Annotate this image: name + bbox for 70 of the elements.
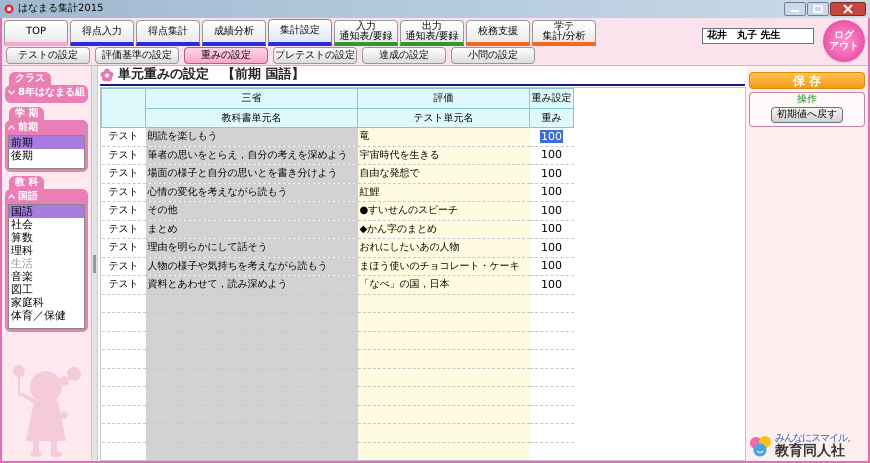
table-cell: 理由を明らかにして話そう bbox=[146, 238, 358, 257]
collapse-chevron-icon bbox=[8, 194, 15, 199]
user-name-field: 花井 丸子 先生 bbox=[702, 28, 814, 44]
weight-field[interactable]: 100 bbox=[541, 148, 562, 161]
sub-tab[interactable]: 重みの設定 bbox=[184, 47, 268, 64]
sub-tab[interactable]: プレテストの設定 bbox=[273, 47, 357, 64]
table-cell: おれにしたいあの人物 bbox=[358, 238, 530, 257]
app-icon bbox=[4, 4, 14, 14]
table-cell: その他 bbox=[146, 202, 358, 220]
dropdown-label: 前期 bbox=[18, 120, 38, 135]
table-cell: まほう使いのチョコレート・ケーキ bbox=[358, 257, 530, 276]
dropdown-label: 8年はなまる組 bbox=[18, 86, 85, 100]
collapse-chevron-icon bbox=[8, 125, 15, 130]
sub-tab[interactable]: 評価基準の設定 bbox=[95, 47, 179, 64]
table-cell: 人物の様子や気持ちを考えながら読もう bbox=[146, 257, 358, 276]
table-cell: 竜 bbox=[358, 128, 530, 146]
sub-tab[interactable]: テストの設定 bbox=[6, 47, 90, 64]
list-item[interactable]: 国語 bbox=[9, 205, 84, 218]
sub-tab[interactable]: 達成の設定 bbox=[362, 47, 446, 64]
column-header: 重み bbox=[530, 108, 574, 128]
restore-icon[interactable] bbox=[807, 2, 829, 16]
nav-tab[interactable]: 出力 通知表/要録 bbox=[400, 20, 464, 46]
table-cell: ●すいせんのスピーチ bbox=[358, 202, 530, 220]
column-header: 教科書単元名 bbox=[146, 108, 358, 128]
table-cell: 筆者の思いをとらえ，自分の考えを深めよう bbox=[146, 146, 358, 164]
logo-tagline: みんなにスマイル。 bbox=[775, 434, 856, 444]
nav-tab[interactable]: 得点集計 bbox=[136, 20, 200, 46]
table-cell: 宇宙時代を生きる bbox=[358, 146, 530, 164]
reset-button[interactable]: 初期値へ戻す bbox=[771, 107, 843, 123]
nav-tab[interactable]: 学テ 集計/分析 bbox=[532, 20, 596, 46]
nav-tab[interactable]: 得点入力 bbox=[70, 20, 134, 46]
weight-field[interactable]: 100 bbox=[541, 166, 562, 180]
header-cell bbox=[102, 88, 146, 128]
expand-chevron-icon bbox=[8, 90, 15, 95]
table-cell: ◆かん字のまとめ bbox=[358, 220, 530, 238]
nav-tab[interactable]: 入力 通知表/要録 bbox=[334, 20, 398, 46]
dropdown-label: 国語 bbox=[18, 190, 38, 204]
table-cell: 紅鯉 bbox=[358, 183, 530, 202]
page-title: 単元重みの設定 【前期 国語】 bbox=[118, 66, 305, 84]
column-header: 重み設定 bbox=[530, 88, 574, 108]
table-cell: 朗読を楽しもう bbox=[146, 128, 358, 146]
splitter-handle[interactable] bbox=[91, 66, 98, 461]
list-item[interactable]: 前期 bbox=[9, 136, 84, 149]
close-icon[interactable] bbox=[830, 2, 866, 16]
table-cell: 資料とあわせて，読み深めよう bbox=[146, 276, 358, 294]
table-cell: 「なべ」の国，日本 bbox=[358, 276, 530, 294]
window-title: はなまる集計2015 bbox=[18, 4, 104, 14]
table-cell: まとめ bbox=[146, 220, 358, 238]
table-cell: 心情の変化を考えながら読もう bbox=[146, 183, 358, 202]
weight-field[interactable]: 100 bbox=[541, 240, 562, 254]
nav-tab[interactable]: 校務支援 bbox=[466, 20, 530, 46]
nav-tab[interactable]: 成績分析 bbox=[202, 20, 266, 46]
smiley-logo-icon bbox=[749, 435, 773, 457]
operations-label: 操作 bbox=[797, 93, 817, 107]
table-cell: 自由な発想で bbox=[358, 164, 530, 183]
column-header: 評価 bbox=[358, 88, 530, 108]
weight-field[interactable]: 100 bbox=[541, 259, 562, 272]
column-header: 三省 bbox=[146, 88, 358, 108]
weight-field[interactable]: 100 bbox=[541, 204, 562, 216]
weight-field[interactable]: 100 bbox=[541, 185, 562, 198]
logo-name: 教育同人社 bbox=[775, 444, 846, 458]
minimize-icon[interactable] bbox=[784, 2, 806, 16]
weight-field[interactable]: 100 bbox=[541, 278, 562, 290]
table-cell: 場面の様子と自分の思いとを書き分けよう bbox=[146, 164, 358, 183]
nav-tab[interactable]: 集計設定 bbox=[268, 19, 332, 46]
nav-tab[interactable]: TOP bbox=[4, 20, 68, 46]
weight-field[interactable]: 100 bbox=[540, 130, 563, 142]
sub-tab[interactable]: 小問の設定 bbox=[451, 47, 535, 64]
column-header: テスト単元名 bbox=[358, 108, 530, 128]
weight-field[interactable]: 100 bbox=[541, 222, 562, 235]
